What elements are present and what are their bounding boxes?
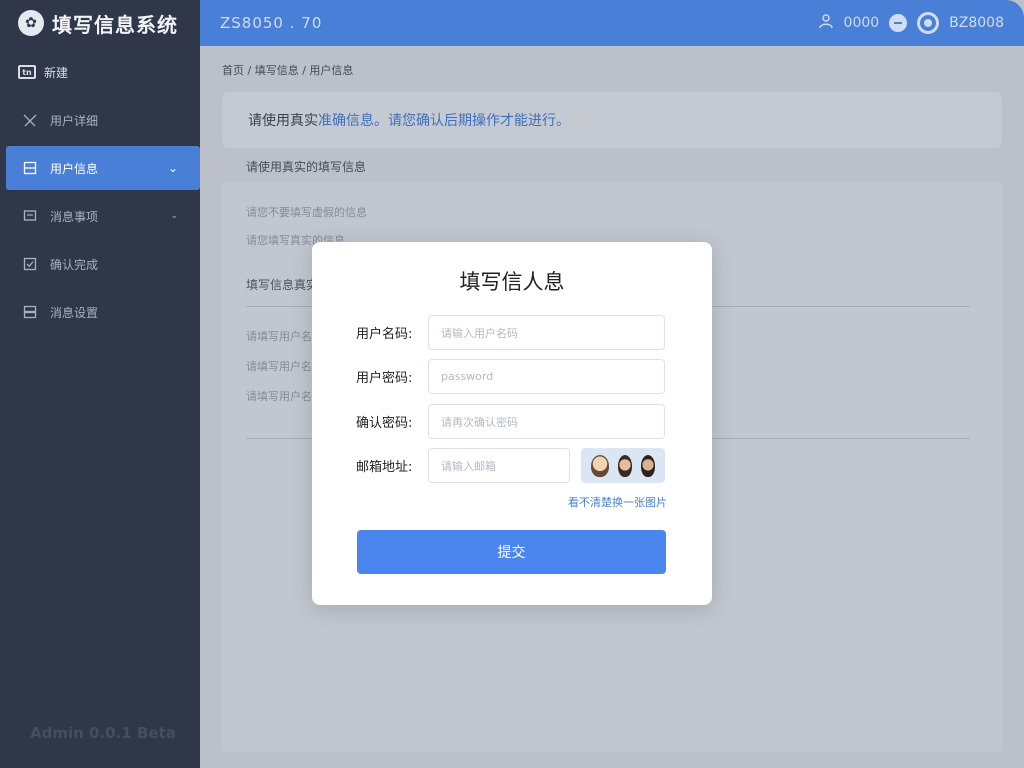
submit-button[interactable]: 提交 (357, 530, 666, 574)
email-input[interactable]: 请输入邮箱 (428, 448, 570, 483)
brand: ✿ 填写信息系统 (0, 0, 200, 46)
user-icon[interactable] (818, 13, 834, 33)
password-input[interactable]: password (428, 359, 665, 394)
notice-highlight: 准确信息。请您确认后期操作才能进行。 (318, 113, 570, 129)
sidebar-item-settings[interactable]: 消息设置 (0, 290, 200, 334)
password-label: 用户密码: (356, 371, 413, 386)
email-label: 邮箱地址: (356, 460, 413, 475)
notice-prefix: 请使用真实 (248, 113, 318, 129)
group-title: 填写信息真实 (246, 278, 319, 292)
top-bar: ZS8050 . 70 0000 BZ8008 (200, 0, 1024, 46)
sidebar-item-label: 确认完成 (50, 257, 99, 272)
topbar-right-text: BZ8008 (949, 15, 1004, 31)
user-icon (22, 113, 38, 127)
notice-banner: 请使用真实 准确信息。请您确认后期操作才能进行。 (222, 92, 1002, 148)
user-label[interactable]: 0000 (844, 15, 880, 31)
sidebar-section-header[interactable]: tn 新建 (0, 46, 200, 98)
confirm-password-input[interactable]: 请再次确认密码 (428, 404, 665, 439)
sidebar-item-label: 用户详细 (50, 113, 99, 128)
section-subtitle: 请使用真实的填写信息 (246, 160, 367, 174)
password-row: 用户密码: password (356, 359, 665, 394)
username-label: 用户名码: (356, 327, 413, 342)
sidebar-item-label: 消息事项 (50, 209, 99, 224)
sidebar-item-label: 用户信息 (50, 161, 99, 176)
info-modal: 填写信人息 用户名码: 请输入用户名码 用户密码: password 确认密码:… (312, 242, 712, 605)
app-title: 填写信息系统 (52, 12, 178, 37)
username-input[interactable]: 请输入用户名码 (428, 315, 665, 350)
captcha-face-image (617, 454, 632, 477)
captcha-face-image (591, 454, 610, 477)
captcha-image[interactable] (581, 448, 665, 483)
confirm-password-row: 确认密码: 请再次确认密码 (356, 404, 665, 439)
app-logo-icon: ✿ (18, 10, 44, 36)
sidebar: ✿ 填写信息系统 tn 新建 用户详细 用户信息 ⌄ 消息事项 ⌄ 确认完成 消… (0, 0, 200, 768)
sidebar-footer: Admin 0.0.1 Beta (30, 724, 176, 742)
sidebar-item-confirm[interactable]: 确认完成 (0, 242, 200, 286)
chevron-down-icon: ⌄ (170, 211, 178, 221)
list-icon (22, 305, 38, 319)
captcha-face-image (640, 454, 655, 477)
chevron-down-icon: ⌄ (167, 161, 178, 175)
username-row: 用户名码: 请输入用户名码 (356, 315, 665, 350)
modal-title: 填写信人息 (459, 270, 565, 294)
checkbox-icon (22, 257, 38, 271)
info-line: 请您不要填写虚假的信息 (246, 206, 367, 219)
box-icon: tn (18, 65, 36, 79)
topbar-actions: 0000 BZ8008 (818, 12, 1004, 34)
monitor-icon (22, 209, 38, 223)
sidebar-item-messages[interactable]: 消息事项 ⌄ (0, 194, 200, 238)
confirm-password-label: 确认密码: (356, 416, 413, 431)
form-icon (22, 161, 38, 175)
form-line: 请填写用户名 (246, 360, 312, 373)
email-row: 邮箱地址: 请输入邮箱 (356, 448, 665, 483)
settings-icon[interactable] (917, 12, 940, 34)
minus-circle-icon[interactable] (889, 14, 908, 32)
sidebar-item-user-info[interactable]: 用户信息 ⌄ (6, 146, 200, 190)
topbar-left-text: ZS8050 . 70 (220, 14, 323, 32)
breadcrumb: 首页 / 填写信息 / 用户信息 (222, 64, 354, 77)
sidebar-section-label: 新建 (44, 65, 69, 80)
refresh-captcha-link[interactable]: 看不清楚换一张图片 (568, 494, 667, 510)
sidebar-item-label: 消息设置 (50, 305, 99, 320)
form-line: 请填写用户名 (246, 390, 312, 403)
sidebar-item-user-details[interactable]: 用户详细 (0, 98, 200, 142)
